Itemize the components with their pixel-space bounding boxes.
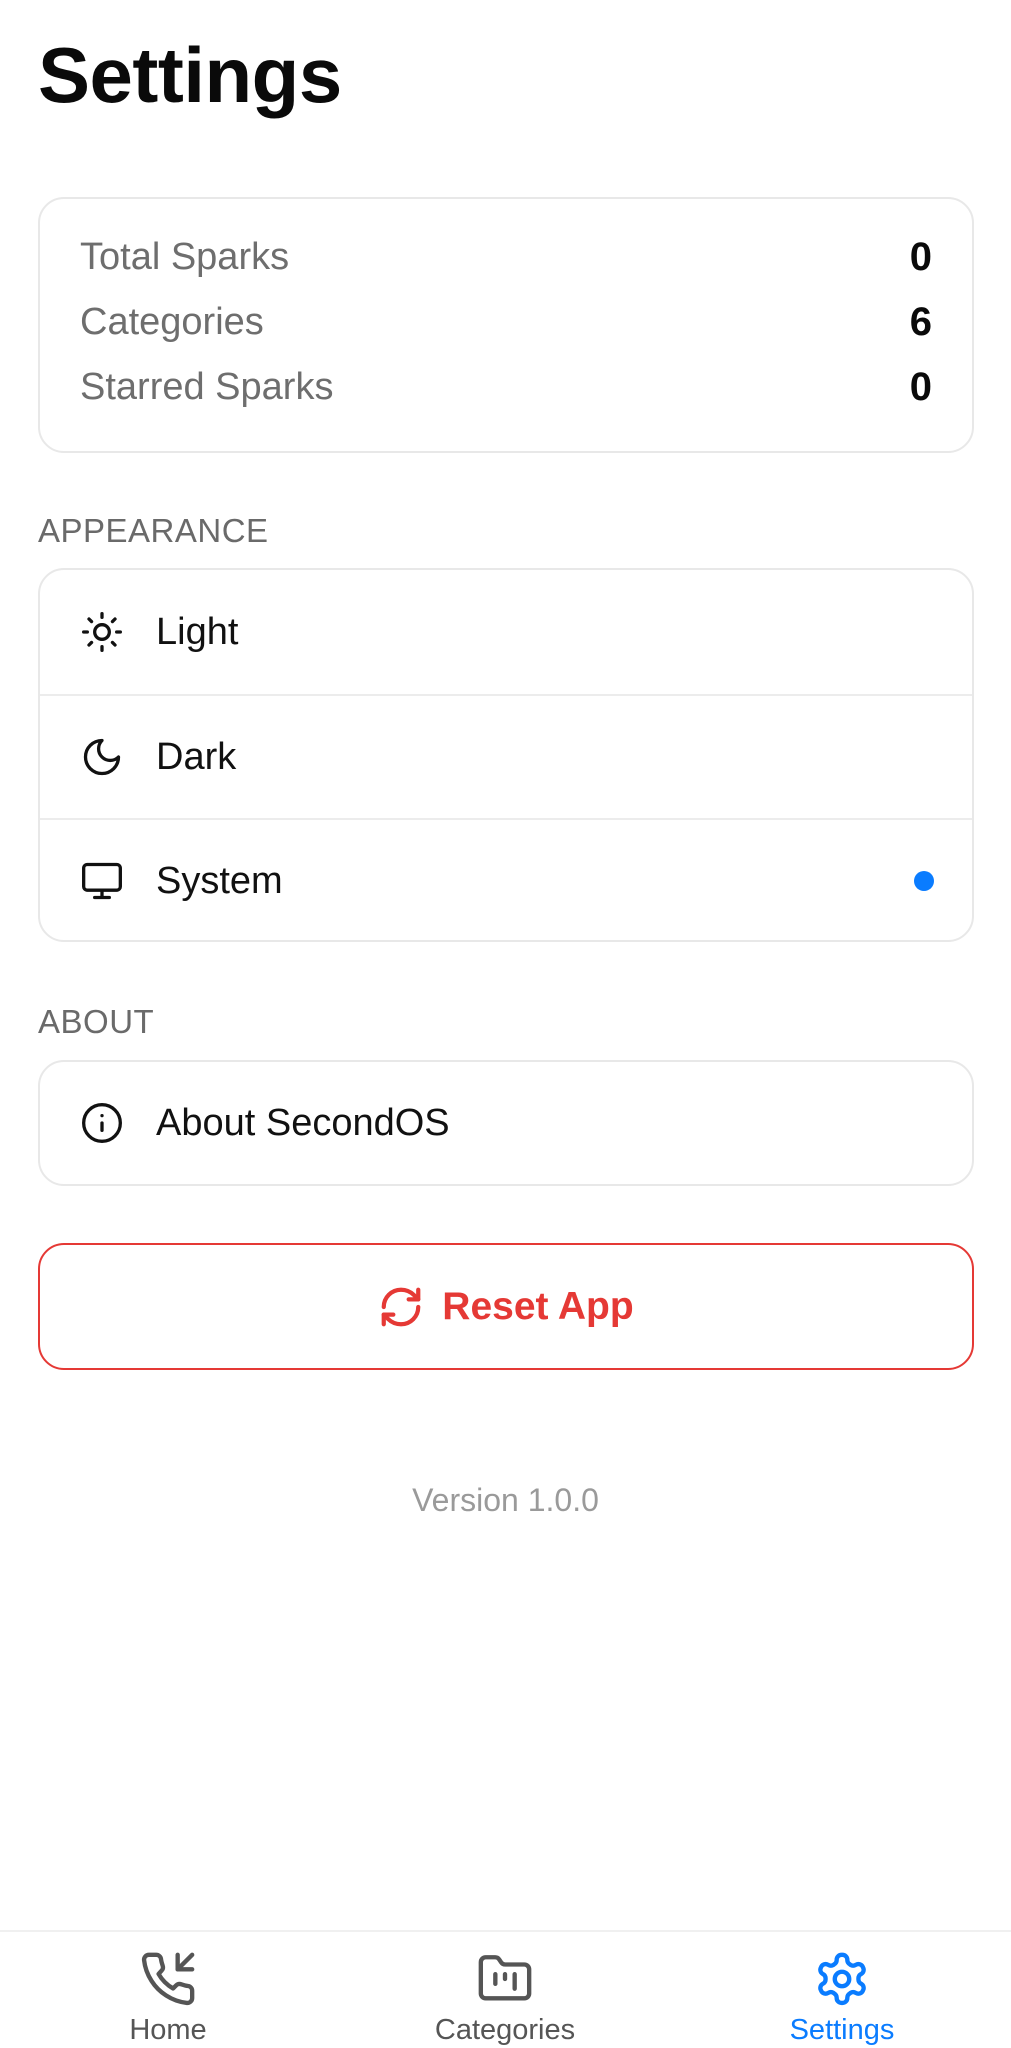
tab-home[interactable]: Home — [48, 1932, 288, 2048]
folder-icon — [476, 1950, 534, 2008]
refresh-icon — [378, 1284, 424, 1330]
about-item-label: About SecondOS — [156, 1101, 450, 1144]
stat-value: 6 — [909, 300, 932, 344]
selected-indicator — [914, 871, 934, 891]
appearance-option-light[interactable]: Light — [40, 570, 972, 694]
version-text: Version 1.0.0 — [412, 1482, 599, 1518]
reset-app-label: Reset App — [442, 1284, 634, 1328]
stat-row-categories: Categories 6 — [80, 290, 932, 355]
stat-value: 0 — [909, 235, 932, 279]
about-section-header: ABOUT — [38, 1003, 155, 1040]
appearance-option-system[interactable]: System — [40, 818, 972, 940]
about-secondos-item[interactable]: About SecondOS — [40, 1062, 972, 1184]
appearance-option-dark[interactable]: Dark — [40, 694, 972, 818]
sun-icon — [80, 610, 124, 654]
stats-card: Total Sparks 0 Categories 6 Starred Spar… — [38, 197, 974, 453]
page-title: Settings — [38, 31, 342, 119]
settings-screen: Settings Total Sparks 0 Categories 6 Sta… — [0, 0, 1011, 2048]
stat-row-starred-sparks: Starred Sparks 0 — [80, 355, 932, 420]
appearance-option-label: Dark — [156, 735, 237, 778]
stat-label: Categories — [80, 301, 264, 343]
tab-label: Settings — [789, 2014, 895, 2046]
stat-row-total-sparks: Total Sparks 0 — [80, 225, 932, 290]
reset-app-button[interactable]: Reset App — [38, 1243, 974, 1370]
info-icon — [80, 1101, 124, 1145]
about-card: About SecondOS — [38, 1060, 974, 1186]
tab-label: Categories — [434, 2014, 576, 2046]
bottom-tab-bar: Home Categories Settings — [0, 1930, 1011, 2048]
stat-label: Starred Sparks — [80, 366, 334, 408]
tab-settings[interactable]: Settings — [722, 1932, 962, 2048]
appearance-section-header: APPEARANCE — [38, 512, 269, 549]
gear-icon — [813, 1950, 871, 2008]
tab-label: Home — [129, 2014, 207, 2046]
appearance-card: Light Dark System — [38, 568, 974, 942]
stat-label: Total Sparks — [80, 236, 290, 278]
stat-value: 0 — [909, 365, 932, 409]
monitor-icon — [80, 859, 124, 903]
appearance-option-label: System — [156, 859, 283, 902]
phone-incoming-icon — [139, 1950, 197, 2008]
moon-icon — [80, 735, 124, 779]
appearance-option-label: Light — [156, 610, 239, 653]
tab-categories[interactable]: Categories — [385, 1932, 625, 2048]
